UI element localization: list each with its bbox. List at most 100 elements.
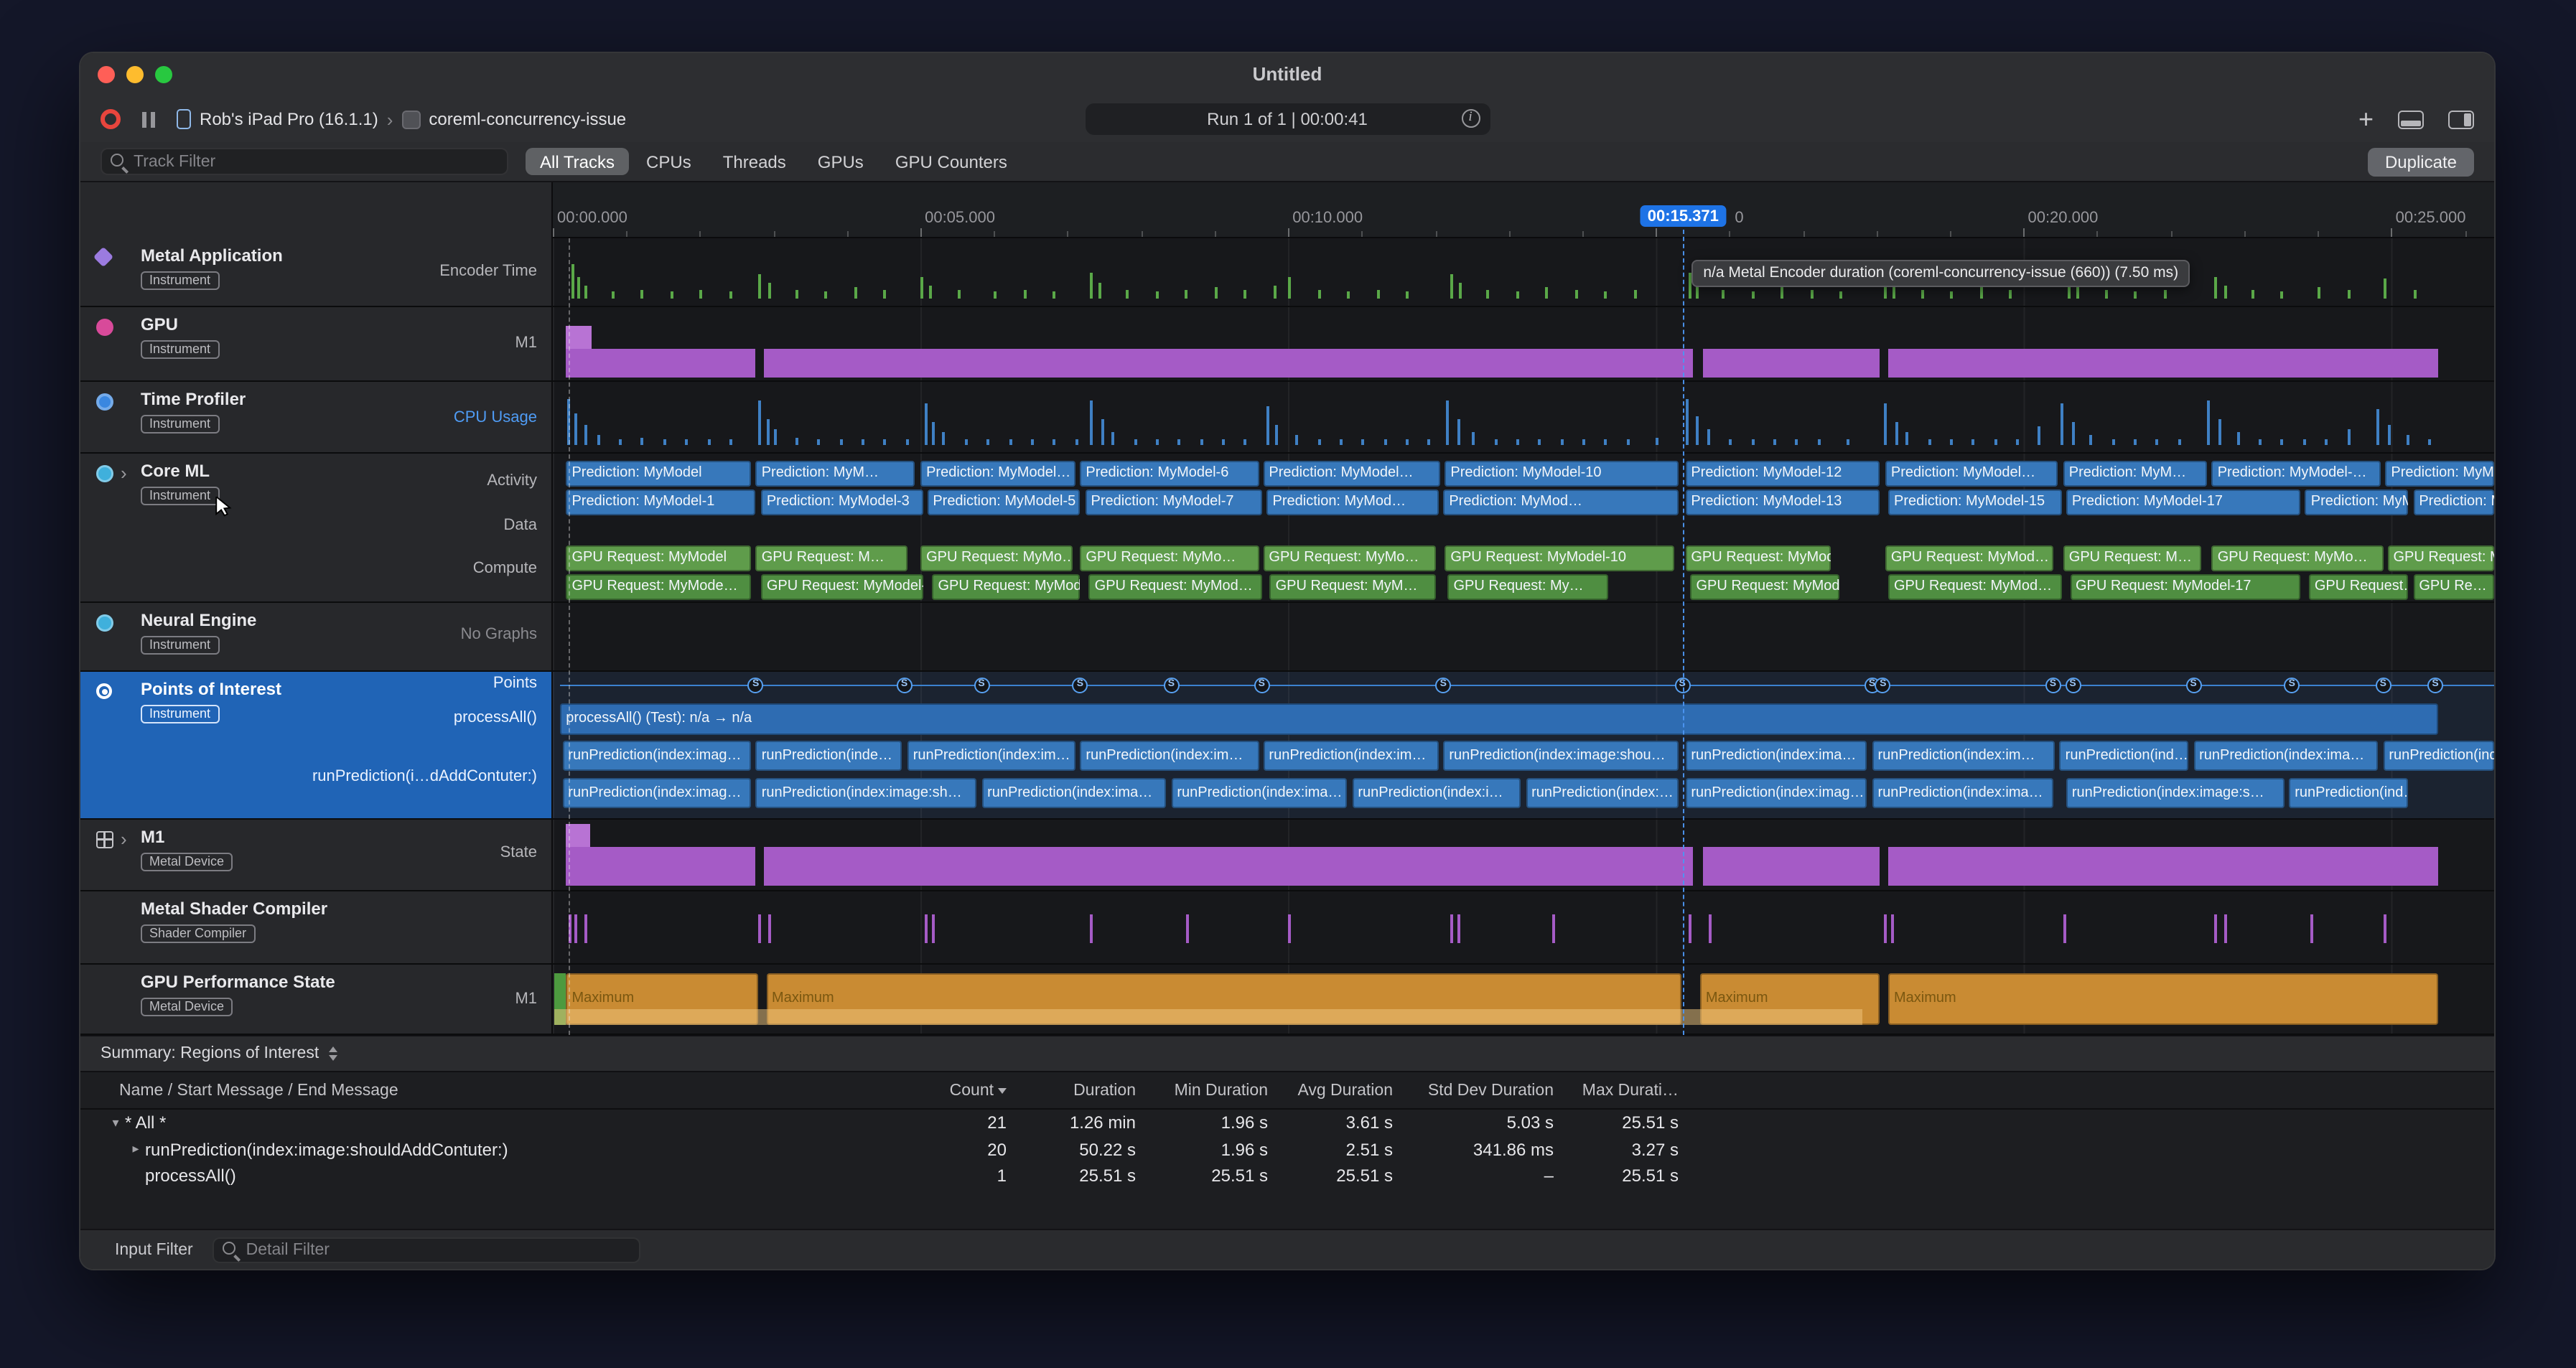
interval-bar[interactable]: Prediction: MyModel	[566, 461, 751, 487]
interval-bar[interactable]: GPU Request…	[2308, 574, 2408, 600]
interval-bar[interactable]: GPU Request: MyModel-3	[760, 574, 924, 600]
interval-bar[interactable]: Prediction: MyM…	[2305, 489, 2408, 515]
track-lane-metal-shader-compiler[interactable]	[553, 891, 2494, 963]
minimize-button[interactable]	[126, 66, 144, 83]
point-marker[interactable]: S	[1875, 678, 1891, 693]
track-header-core-ml[interactable]: › Core ML Instrument Activity Data Compute	[80, 454, 553, 601]
interval-bar[interactable]: GPU Request: M…	[2063, 545, 2202, 571]
interval-bar[interactable]: runPrediction(index:image:sh…	[755, 778, 976, 808]
interval-bar[interactable]: runPrediction(index:ima…	[1685, 741, 1867, 771]
point-marker[interactable]: S	[1674, 678, 1691, 693]
tab-threads[interactable]: Threads	[709, 148, 801, 175]
interval-bar[interactable]: runPrediction(index:ima…	[1171, 778, 1348, 808]
interval-bar[interactable]: GPU Re…	[2413, 574, 2494, 600]
track-header-points-of-interest[interactable]: Points of Interest Instrument Points proces…	[80, 672, 553, 818]
interval-bar[interactable]: Prediction: MyModel…	[920, 461, 1075, 487]
table-row[interactable]: ▸ runPrediction(index:image:shouldAddCont…	[80, 1136, 2494, 1163]
interval-bar[interactable]: GPU Request: MyMod…	[1885, 545, 2053, 571]
timeline-ruler[interactable]: 00:00.000 00:05.000 00:10.000 00:20.000 00:2…	[553, 182, 2494, 238]
interval-bar[interactable]: Prediction: MyMod…	[2413, 489, 2494, 515]
tab-all-tracks[interactable]: All Tracks	[526, 148, 630, 175]
track-lane-time-profiler[interactable]	[553, 382, 2494, 452]
table-row[interactable]: ▾ * All * 21 1.26 min 1.96 s 3.61 s 5.03 s 25.5…	[80, 1110, 2494, 1136]
interval-bar[interactable]: runPrediction(index:im…	[1872, 741, 2055, 771]
interval-bar[interactable]: runPrediction(index:im…	[1263, 741, 1439, 771]
interval-bar[interactable]: GPU Request: MyMo…	[920, 545, 1073, 571]
point-marker[interactable]: S	[1163, 678, 1180, 693]
interval-bar[interactable]: runPrediction(index:im…	[907, 741, 1076, 771]
column-header-count[interactable]: Count	[877, 1082, 1007, 1099]
interval-bar[interactable]: runPrediction(inde…	[755, 741, 902, 771]
track-header-metal-application[interactable]: Metal Application Instrument Encoder Time	[80, 238, 553, 306]
track-header-m1[interactable]: › M1 Metal Device State	[80, 820, 553, 890]
interval-bar[interactable]: runPrediction(index:…	[1526, 778, 1679, 808]
interval-bar[interactable]: GPU Request: MyModel	[566, 545, 751, 571]
interval-bar[interactable]: GPU Request: M…	[755, 545, 907, 571]
disclosure-right-icon[interactable]: ▸	[126, 1142, 145, 1158]
point-marker[interactable]: S	[1254, 678, 1270, 693]
interval-bar[interactable]: runPrediction(index:image:shou…	[1443, 741, 1679, 771]
column-header-min-duration[interactable]: Min Duration	[1136, 1082, 1268, 1099]
pause-button[interactable]	[142, 111, 155, 127]
track-lane-gpu[interactable]	[553, 307, 2494, 380]
interval-bar[interactable]: runPrediction(index:imag…	[562, 778, 751, 808]
point-marker[interactable]: S	[2045, 678, 2061, 693]
disclosure-down-icon[interactable]: ▾	[106, 1115, 125, 1131]
interval-bar[interactable]: GPU Request: MyMod…	[1088, 574, 1262, 600]
track-header-gpu-performance-state[interactable]: GPU Performance State Metal Device M1	[80, 965, 553, 1034]
interval-bar[interactable]: GPU Request: MyMo…	[2211, 545, 2384, 571]
table-row[interactable]: processAll() 1 25.51 s 25.51 s 25.51 s – 25.51…	[80, 1163, 2494, 1189]
record-button[interactable]	[101, 109, 121, 129]
interval-bar[interactable]: runPrediction(index:ima…	[981, 778, 1167, 808]
point-marker[interactable]: S	[2375, 678, 2391, 693]
interval-bar[interactable]: runPrediction(ind…	[2059, 741, 2188, 771]
duplicate-button[interactable]: Duplicate	[2367, 147, 2474, 176]
interval-bar[interactable]: runPrediction(index:ima…	[2193, 741, 2379, 771]
interval-bar[interactable]: Prediction: MyM…	[755, 461, 915, 487]
interval-bar[interactable]: runPrediction(index:im…	[1080, 741, 1259, 771]
track-lane-m1[interactable]	[553, 820, 2494, 890]
interval-bar[interactable]: GPU Request: MyMod…	[1685, 545, 1831, 571]
interval-bar[interactable]: runPrediction(index:imag…	[562, 741, 751, 771]
bottom-panel-toggle[interactable]	[2398, 110, 2424, 128]
point-marker[interactable]: S	[2065, 678, 2081, 693]
target-breadcrumb[interactable]: Rob's iPad Pro (16.1.1) › coreml-concurr…	[177, 108, 626, 130]
interval-bar[interactable]: GPU Request: MyModel-10	[1445, 545, 1674, 571]
summary-bar[interactable]: Summary: Regions of Interest	[80, 1035, 2494, 1072]
tab-cpus[interactable]: CPUs	[632, 148, 706, 175]
interval-bar[interactable]: GPU Request: MyMod…	[1690, 574, 1839, 600]
add-instrument-button[interactable]: +	[2358, 106, 2374, 132]
interval-bar[interactable]: runPrediction(index:image:s…	[2066, 778, 2285, 808]
interval-bar[interactable]: GPU Request: MyModel-17	[2070, 574, 2301, 600]
column-header-avg-duration[interactable]: Avg Duration	[1268, 1082, 1393, 1099]
interval-bar[interactable]: GPU Request: MyMod…	[1888, 574, 2062, 600]
track-lane-gpu-performance-state[interactable]: Maximum Maximum Maximum Maximum	[553, 965, 2494, 1034]
interval-bar[interactable]: Prediction: MyModel-15	[1888, 489, 2062, 515]
interval-bar[interactable]: GPU Request: MyM…	[1269, 574, 1436, 600]
interval-bar[interactable]: GPU Request: MyMo…	[1080, 545, 1259, 571]
interval-bar[interactable]: Prediction: MyMod…	[1266, 489, 1439, 515]
interval-bar[interactable]: processAll() (Test): n/a → n/a	[560, 703, 2438, 735]
track-header-neural-engine[interactable]: Neural Engine Instrument No Graphs	[80, 603, 553, 670]
interval-bar[interactable]: GPU Request: My…	[1447, 574, 1608, 600]
point-marker[interactable]: S	[974, 678, 990, 693]
column-header-name-start-message-end-message[interactable]: Name / Start Message / End Message	[101, 1082, 877, 1099]
track-lane-core-ml[interactable]: Prediction: MyModel Prediction: MyM… Predi…	[553, 454, 2494, 601]
info-button[interactable]: i	[1461, 109, 1480, 128]
interval-bar[interactable]: GPU Request: MyMo…	[1263, 545, 1436, 571]
column-header-std-dev-duration[interactable]: Std Dev Duration	[1393, 1082, 1554, 1099]
interval-bar[interactable]: runPrediction(index:ima…	[1872, 778, 2053, 808]
close-button[interactable]	[98, 66, 115, 83]
interval-bar[interactable]: Prediction: MyModel…	[2385, 461, 2494, 487]
interval-bar[interactable]: Prediction: MyModel…	[1885, 461, 2058, 487]
interval-bar[interactable]: Prediction: MyModel-…	[2211, 461, 2381, 487]
interval-bar[interactable]: Prediction: MyModel-13	[1685, 489, 1880, 515]
interval-bar[interactable]: Prediction: MyM…	[2063, 461, 2208, 487]
interval-bar[interactable]: Prediction: MyMod…	[1443, 489, 1679, 515]
interval-bar[interactable]: Prediction: MyModel…	[1263, 461, 1440, 487]
point-marker[interactable]: S	[2427, 678, 2444, 693]
interval-bar[interactable]: Prediction: MyModel-3	[760, 489, 924, 515]
track-lane-points-of-interest[interactable]: S S S S S S S S S S S S S S S SprocessAll() (Test): n/a…	[553, 672, 2494, 818]
interval-bar[interactable]: GPU Request: MyM…	[2387, 545, 2494, 571]
tab-gpus[interactable]: GPUs	[803, 148, 878, 175]
